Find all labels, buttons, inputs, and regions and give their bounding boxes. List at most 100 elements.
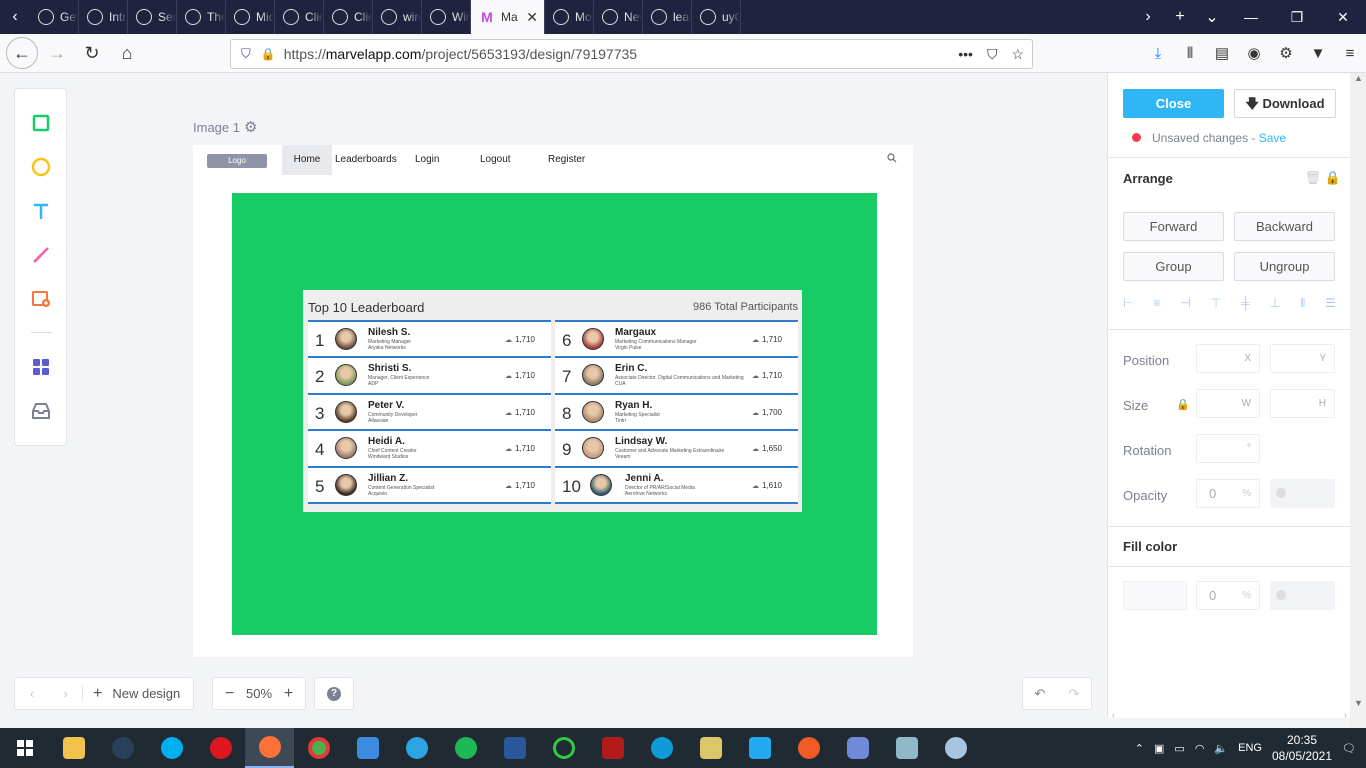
browser-tab[interactable]: Introd [79, 0, 128, 34]
circle-tool-icon[interactable] [30, 156, 52, 178]
tab-list-dropdown-icon[interactable]: ⌄ [1196, 7, 1228, 27]
new-design-button[interactable]: New design [112, 686, 180, 701]
start-icon[interactable] [0, 728, 49, 768]
browser-tab[interactable]: The So [177, 0, 226, 34]
home-button[interactable]: ⌂ [111, 37, 143, 69]
redo-icon[interactable]: ↷ [1057, 686, 1091, 702]
browser-tab[interactable]: Middle [226, 0, 275, 34]
image-label[interactable]: Image 1 ⚙ [193, 118, 257, 136]
account-icon[interactable]: ◉ [1238, 44, 1270, 62]
gear-icon[interactable]: ⚙ [244, 118, 257, 136]
sync-icon[interactable] [539, 728, 588, 768]
page-actions-icon[interactable]: ••• [958, 46, 973, 63]
file-explorer-icon[interactable] [49, 728, 98, 768]
notes-icon[interactable] [686, 728, 735, 768]
lock-icon[interactable]: 🔒 [261, 47, 276, 61]
browser-tab[interactable]: wirefra [373, 0, 422, 34]
leaderboard-image[interactable]: Top 10 Leaderboard 986 Total Participant… [303, 290, 802, 512]
rotation-input[interactable]: ° [1196, 434, 1260, 463]
chrome-icon[interactable] [294, 728, 343, 768]
zoom-in-icon[interactable]: + [272, 685, 305, 703]
close-button[interactable]: Close [1123, 89, 1224, 118]
zoom-out-icon[interactable]: − [213, 685, 246, 703]
tray-overflow-icon[interactable]: ⌃ [1135, 742, 1144, 755]
prev-design-icon[interactable]: ‹ [15, 686, 49, 701]
ungroup-button[interactable]: Ungroup [1234, 252, 1335, 281]
browser-tab[interactable]: Wirefra [422, 0, 471, 34]
tab-scroll-left-icon[interactable]: ‹ [0, 0, 30, 34]
scroll-left-icon[interactable]: ‹ [1112, 710, 1115, 720]
browser-tab[interactable]: M Ma ✕ [471, 0, 545, 34]
next-design-icon[interactable]: › [49, 686, 83, 701]
vscode-icon[interactable] [735, 728, 784, 768]
save-link[interactable]: Save [1259, 131, 1286, 145]
rectangle-tool-icon[interactable] [30, 112, 52, 134]
tab-close-icon[interactable]: ✕ [526, 9, 538, 26]
green-rectangle[interactable]: Top 10 Leaderboard 986 Total Participant… [232, 193, 877, 635]
notification-icon[interactable]: 🗨 [1342, 742, 1356, 755]
postman-icon[interactable] [784, 728, 833, 768]
scroll-down-icon[interactable]: ▼ [1354, 698, 1363, 708]
backward-button[interactable]: Backward [1234, 212, 1335, 241]
page-v-scrollbar[interactable]: ▲ ▼ [1350, 73, 1366, 728]
align-center-h-icon[interactable]: ≡ [1153, 296, 1160, 311]
library-icon[interactable]: ⫴ [1174, 45, 1206, 62]
skype-icon[interactable] [147, 728, 196, 768]
clock[interactable]: 20:35 08/05/2021 [1272, 732, 1332, 764]
browser-tab[interactable]: uyCa8 [692, 0, 741, 34]
spotify-icon[interactable] [441, 728, 490, 768]
image-tool-icon[interactable] [30, 288, 52, 310]
opera-icon[interactable] [196, 728, 245, 768]
discord-icon[interactable] [833, 728, 882, 768]
align-top-icon[interactable]: ⊤ [1211, 296, 1221, 311]
volume-icon[interactable]: 🔈 [1214, 742, 1228, 755]
distribute-v-icon[interactable]: ☰ [1325, 296, 1336, 311]
fill-slider-handle[interactable] [1276, 590, 1286, 600]
browser-tab[interactable]: New T [594, 0, 643, 34]
paint-icon[interactable] [931, 728, 980, 768]
line-tool-icon[interactable] [30, 244, 52, 266]
browser-tab[interactable]: Client [324, 0, 373, 34]
scroll-up-icon[interactable]: ▲ [1354, 73, 1363, 83]
browser-tab[interactable]: Mona [545, 0, 594, 34]
forward-button[interactable]: → [41, 37, 73, 69]
undo-icon[interactable]: ↶ [1023, 686, 1057, 702]
restore-icon[interactable]: ❐ [1274, 9, 1320, 26]
language-indicator[interactable]: ENG [1238, 742, 1262, 754]
download-button[interactable]: 🡇 Download [1234, 89, 1336, 118]
position-x-input[interactable]: X [1196, 344, 1260, 373]
mendeley-icon[interactable] [588, 728, 637, 768]
minimize-icon[interactable]: — [1228, 9, 1274, 25]
tab-scroll-right-icon[interactable]: › [1132, 8, 1164, 26]
window-close-icon[interactable]: ✕ [1320, 9, 1366, 26]
fill-opacity-slider[interactable] [1270, 581, 1335, 610]
tracking-shield-icon[interactable]: ⛉ [241, 46, 251, 62]
align-middle-v-icon[interactable]: ╪ [1241, 296, 1250, 311]
size-w-input[interactable]: W [1196, 389, 1260, 418]
inbox-icon[interactable] [30, 400, 52, 422]
mail-icon[interactable] [343, 728, 392, 768]
components-icon[interactable] [30, 356, 52, 378]
browser-tab[interactable]: Client [275, 0, 324, 34]
position-y-input[interactable]: Y [1270, 344, 1335, 373]
trash-icon[interactable]: 🗑 [1304, 170, 1321, 186]
design-frame[interactable]: Logo Home Leaderboards Login Logout Regi… [193, 145, 913, 657]
distribute-h-icon[interactable]: ⫴ [1300, 296, 1305, 311]
word-icon[interactable] [490, 728, 539, 768]
panel-h-scrollbar[interactable]: ‹ › [1108, 710, 1351, 720]
text-tool-icon[interactable] [30, 200, 52, 222]
align-right-icon[interactable]: ⊣ [1180, 296, 1190, 311]
firefox-icon[interactable] [245, 728, 294, 768]
fill-color-swatch[interactable] [1123, 581, 1187, 610]
opacity-slider-handle[interactable] [1276, 488, 1286, 498]
device-icon[interactable]: ▣ [1154, 742, 1164, 755]
forward-button[interactable]: Forward [1123, 212, 1224, 241]
app-icon[interactable] [882, 728, 931, 768]
lock-ratio-icon[interactable]: 🔒 [1176, 398, 1190, 411]
wifi-icon[interactable]: ◠ [1195, 742, 1205, 755]
lock-icon[interactable]: 🔒 [1325, 170, 1341, 186]
reload-button[interactable]: ↻ [76, 37, 108, 69]
vpn-icon[interactable]: ▼ [1302, 45, 1334, 62]
bookmark-star-icon[interactable]: ☆ [1011, 46, 1024, 63]
steam-icon[interactable] [98, 728, 147, 768]
